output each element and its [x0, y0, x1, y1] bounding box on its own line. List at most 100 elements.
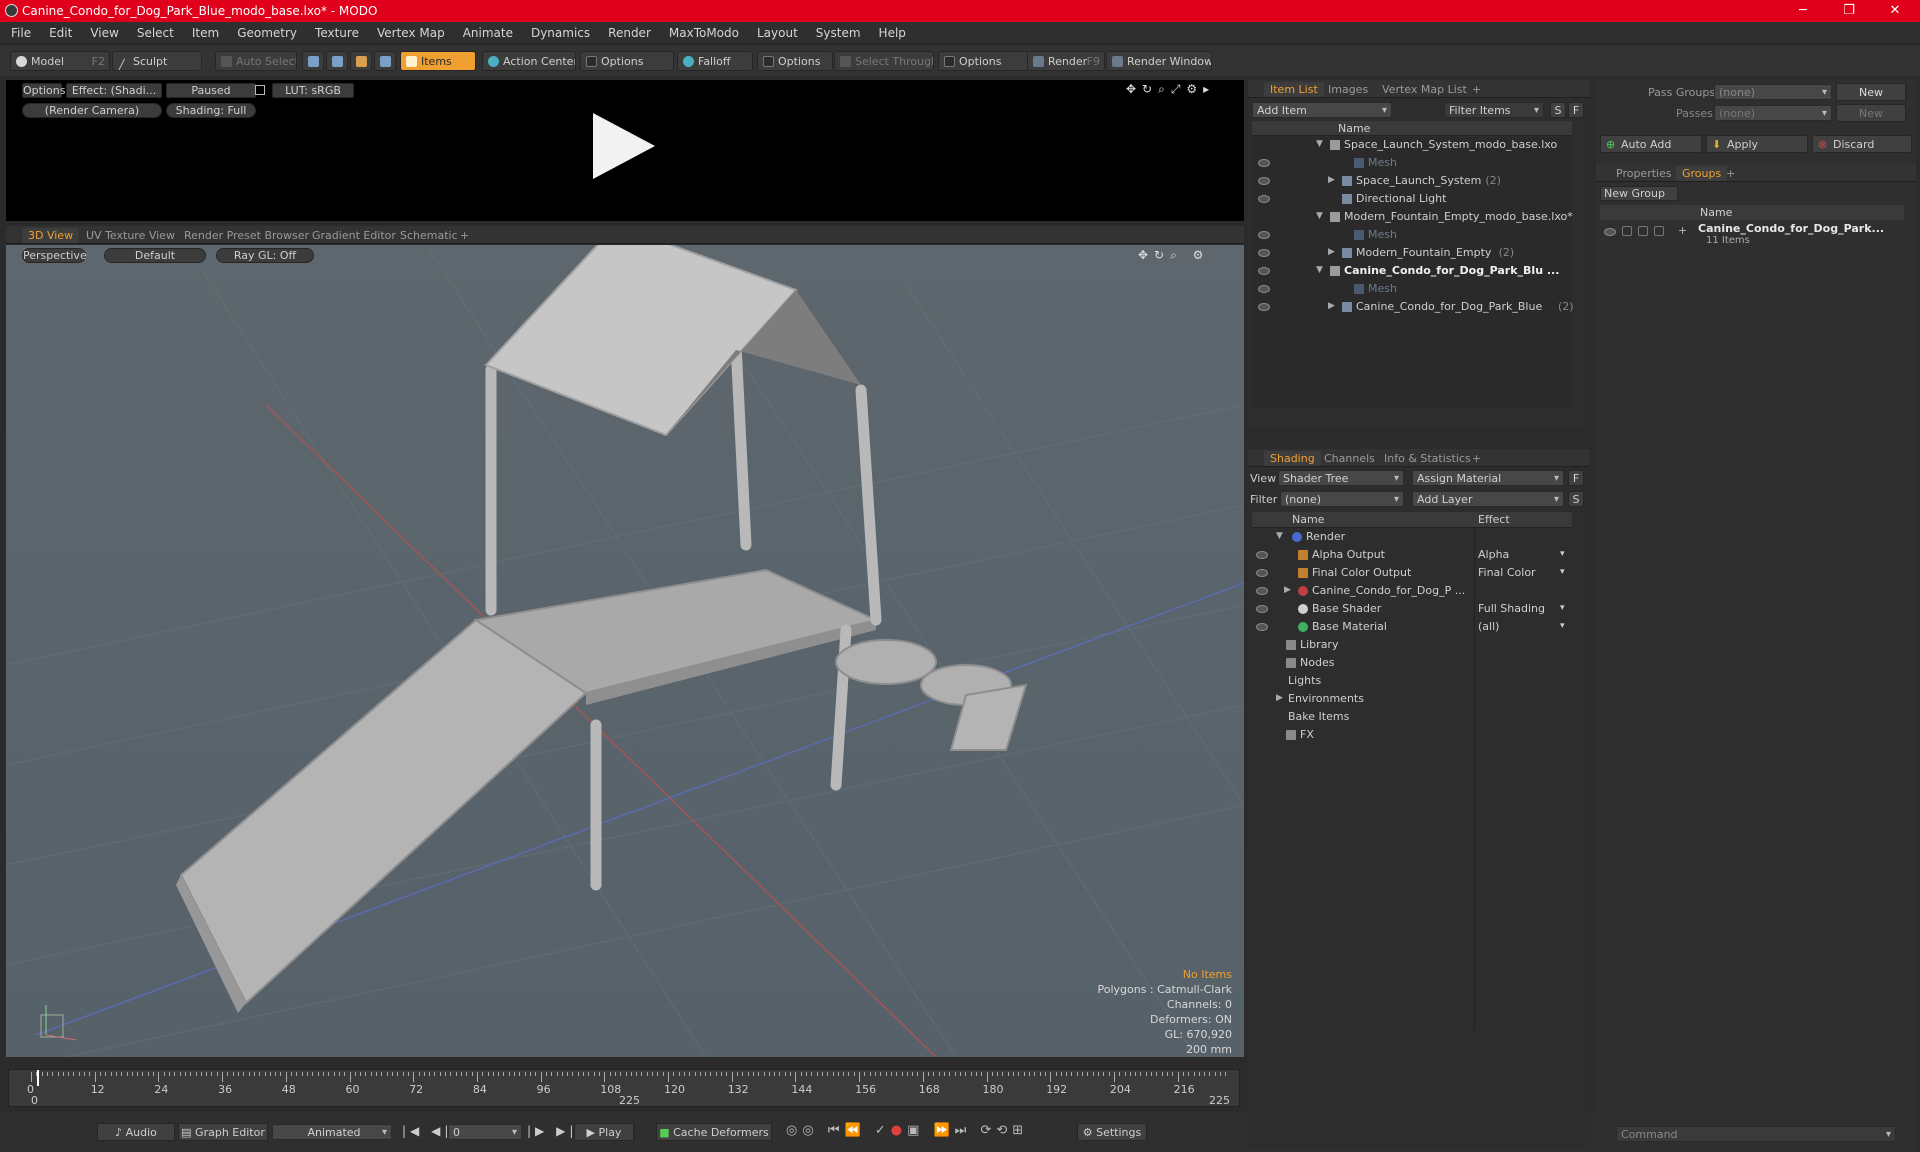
shader-row[interactable]: Nodes — [1252, 655, 1572, 670]
item-row[interactable]: Mesh — [1252, 227, 1572, 242]
item-row[interactable]: ▼ Canine_Condo_for_Dog_Park_Blu ... — [1252, 263, 1572, 278]
shading-f-button[interactable]: F — [1568, 470, 1584, 486]
effect-dropdown[interactable]: Final Color — [1478, 565, 1572, 580]
preview-options-button[interactable]: Options — [22, 83, 65, 98]
pass-groups-dropdown[interactable]: (none) — [1714, 84, 1832, 100]
effect-dropdown[interactable]: Alpha — [1478, 547, 1572, 562]
sculpt-mode-button[interactable]: ╱ Sculpt — [112, 51, 202, 71]
menu-system[interactable]: System — [807, 22, 870, 44]
item-row[interactable]: Mesh — [1252, 281, 1572, 296]
tab-item-list[interactable]: Item List — [1264, 82, 1324, 97]
step-back-icons[interactable]: |◀ ◀| — [402, 1124, 452, 1138]
tab-channels[interactable]: Channels — [1318, 451, 1381, 466]
shader-row[interactable]: Lights — [1252, 673, 1572, 688]
chevron-down-icon[interactable]: ▾ — [1560, 547, 1565, 562]
item-row[interactable]: ▶ Canine_Condo_for_Dog_Park_Blue (2) — [1252, 299, 1574, 314]
cache-deformers-button[interactable]: ■ Cache Deformers — [656, 1123, 772, 1141]
assign-material-dropdown[interactable]: Assign Material — [1412, 470, 1564, 486]
menu-vertex-map[interactable]: Vertex Map — [368, 22, 454, 44]
play-preview-icon[interactable] — [593, 113, 655, 179]
shader-row[interactable]: ▶ Canine_Condo_for_Dog_P ... — [1252, 583, 1572, 598]
action-center-button[interactable]: Action Center — [482, 51, 576, 71]
action-center-options-button[interactable]: Options — [580, 51, 674, 71]
model-mode-button[interactable]: Model F2 — [10, 51, 110, 71]
shader-row[interactable]: ▼ Render — [1252, 529, 1572, 544]
add-layer-dropdown[interactable]: Add Layer — [1412, 491, 1564, 507]
menu-help[interactable]: Help — [870, 22, 915, 44]
item-row[interactable]: ▶ Modern_Fountain_Empty (2) — [1252, 245, 1572, 260]
tab-render-preset-browser[interactable]: Render Preset Browser — [178, 228, 315, 243]
visibility-eye-icon[interactable] — [1256, 551, 1268, 559]
auto-select-button[interactable]: Auto Select — [215, 51, 297, 71]
expand-arrow-icon[interactable]: ▶ — [1284, 583, 1291, 598]
falloff-button[interactable]: Falloff — [677, 51, 753, 71]
viewport-nav-icons[interactable]: ✥↻⌕ ⚙ — [1138, 248, 1209, 263]
expand-plus-icon[interactable]: + — [1678, 224, 1687, 237]
close-button[interactable]: ✕ — [1872, 0, 1918, 22]
menu-texture[interactable]: Texture — [306, 22, 368, 44]
menu-render[interactable]: Render — [599, 22, 660, 44]
menu-file[interactable]: File — [2, 22, 40, 44]
expand-arrow-icon[interactable]: ▼ — [1276, 529, 1283, 544]
visibility-eye-icon[interactable] — [1258, 267, 1270, 275]
preview-paused-button[interactable]: Paused — [166, 83, 256, 98]
edges-mode-button[interactable] — [326, 51, 348, 71]
ray-gl-toggle[interactable]: Ray GL: Off — [216, 248, 314, 263]
settings-button[interactable]: ⚙ Settings — [1077, 1123, 1147, 1141]
maximize-button[interactable]: ❐ — [1826, 0, 1872, 22]
discard-button[interactable]: ⊗ Discard — [1812, 135, 1912, 153]
add-tab-button[interactable]: + — [454, 228, 475, 243]
menu-animate[interactable]: Animate — [454, 22, 522, 44]
item-f-button[interactable]: F — [1568, 102, 1584, 118]
expand-arrow-icon[interactable]: ▼ — [1316, 137, 1323, 152]
visibility-eye-icon[interactable] — [1256, 587, 1268, 595]
effect-dropdown[interactable]: Full Shading — [1478, 601, 1572, 616]
items-mode-button[interactable]: Items — [400, 51, 476, 71]
expand-arrow-icon[interactable]: ▶ — [1328, 245, 1335, 260]
item-s-button[interactable]: S — [1550, 102, 1566, 118]
add-tab-button[interactable]: + — [1720, 166, 1741, 181]
item-row[interactable]: Mesh — [1252, 155, 1572, 170]
select-through-button[interactable]: Select Through — [834, 51, 934, 71]
render-button[interactable]: Render F9 — [1027, 51, 1105, 71]
visibility-eye-icon[interactable] — [1604, 228, 1616, 236]
key-transport-icons[interactable]: ◎◎ ⏮⏪ ✓●▣ ⏩⏭ ⟳⟲⊞ — [786, 1123, 1028, 1138]
audio-button[interactable]: ♪ Audio — [97, 1123, 175, 1141]
lock-icon[interactable] — [255, 85, 265, 95]
minimize-button[interactable]: ─ — [1780, 0, 1826, 22]
visibility-eye-icon[interactable] — [1258, 249, 1270, 257]
new-pass-button[interactable]: New — [1836, 104, 1906, 122]
perspective-dropdown[interactable]: Perspective — [22, 248, 87, 263]
select-toggle-icon[interactable] — [1654, 226, 1664, 236]
menu-layout[interactable]: Layout — [748, 22, 807, 44]
shader-row[interactable]: Alpha Output Alpha ▾ — [1252, 547, 1572, 562]
preview-nav-icons[interactable]: ✥↻⌕⤢⚙▸ — [1126, 82, 1215, 97]
item-row[interactable]: Directional Light — [1252, 191, 1572, 206]
falloff-options-button[interactable]: Options — [757, 51, 833, 71]
effect-dropdown[interactable]: (all) — [1478, 619, 1572, 634]
view-dropdown[interactable]: Shader Tree — [1278, 470, 1404, 486]
expand-arrow-icon[interactable]: ▼ — [1316, 263, 1323, 278]
tab-vertex-map-list[interactable]: Vertex Map List — [1376, 82, 1473, 97]
visibility-eye-icon[interactable] — [1258, 285, 1270, 293]
shader-row[interactable]: Library — [1252, 637, 1572, 652]
add-item-dropdown[interactable]: Add Item — [1252, 102, 1392, 118]
visibility-eye-icon[interactable] — [1256, 605, 1268, 613]
lut-dropdown[interactable]: LUT: sRGB — [272, 83, 354, 98]
visibility-eye-icon[interactable] — [1256, 569, 1268, 577]
select-through-options-button[interactable]: Options — [938, 51, 1028, 71]
menu-edit[interactable]: Edit — [40, 22, 81, 44]
expand-arrow-icon[interactable]: ▼ — [1316, 209, 1323, 224]
filter-items-input[interactable]: Filter Items — [1444, 102, 1544, 118]
shader-row[interactable]: ▶ Environments — [1252, 691, 1572, 706]
menu-view[interactable]: View — [81, 22, 127, 44]
new-group-button[interactable]: New Group — [1600, 186, 1678, 201]
menu-maxtomodo[interactable]: MaxToModo — [660, 22, 748, 44]
tab-uv-texture-view[interactable]: UV Texture View — [80, 228, 181, 243]
animated-dropdown[interactable]: Animated — [272, 1124, 392, 1140]
tab-properties[interactable]: Properties — [1610, 166, 1678, 181]
play-button[interactable]: ▶ Play — [574, 1123, 634, 1141]
command-input[interactable]: Command — [1616, 1126, 1896, 1142]
item-row[interactable]: ▶ Space_Launch_System (2) — [1252, 173, 1572, 188]
item-row[interactable]: ▼ Space_Launch_System_modo_base.lxo — [1252, 137, 1572, 152]
